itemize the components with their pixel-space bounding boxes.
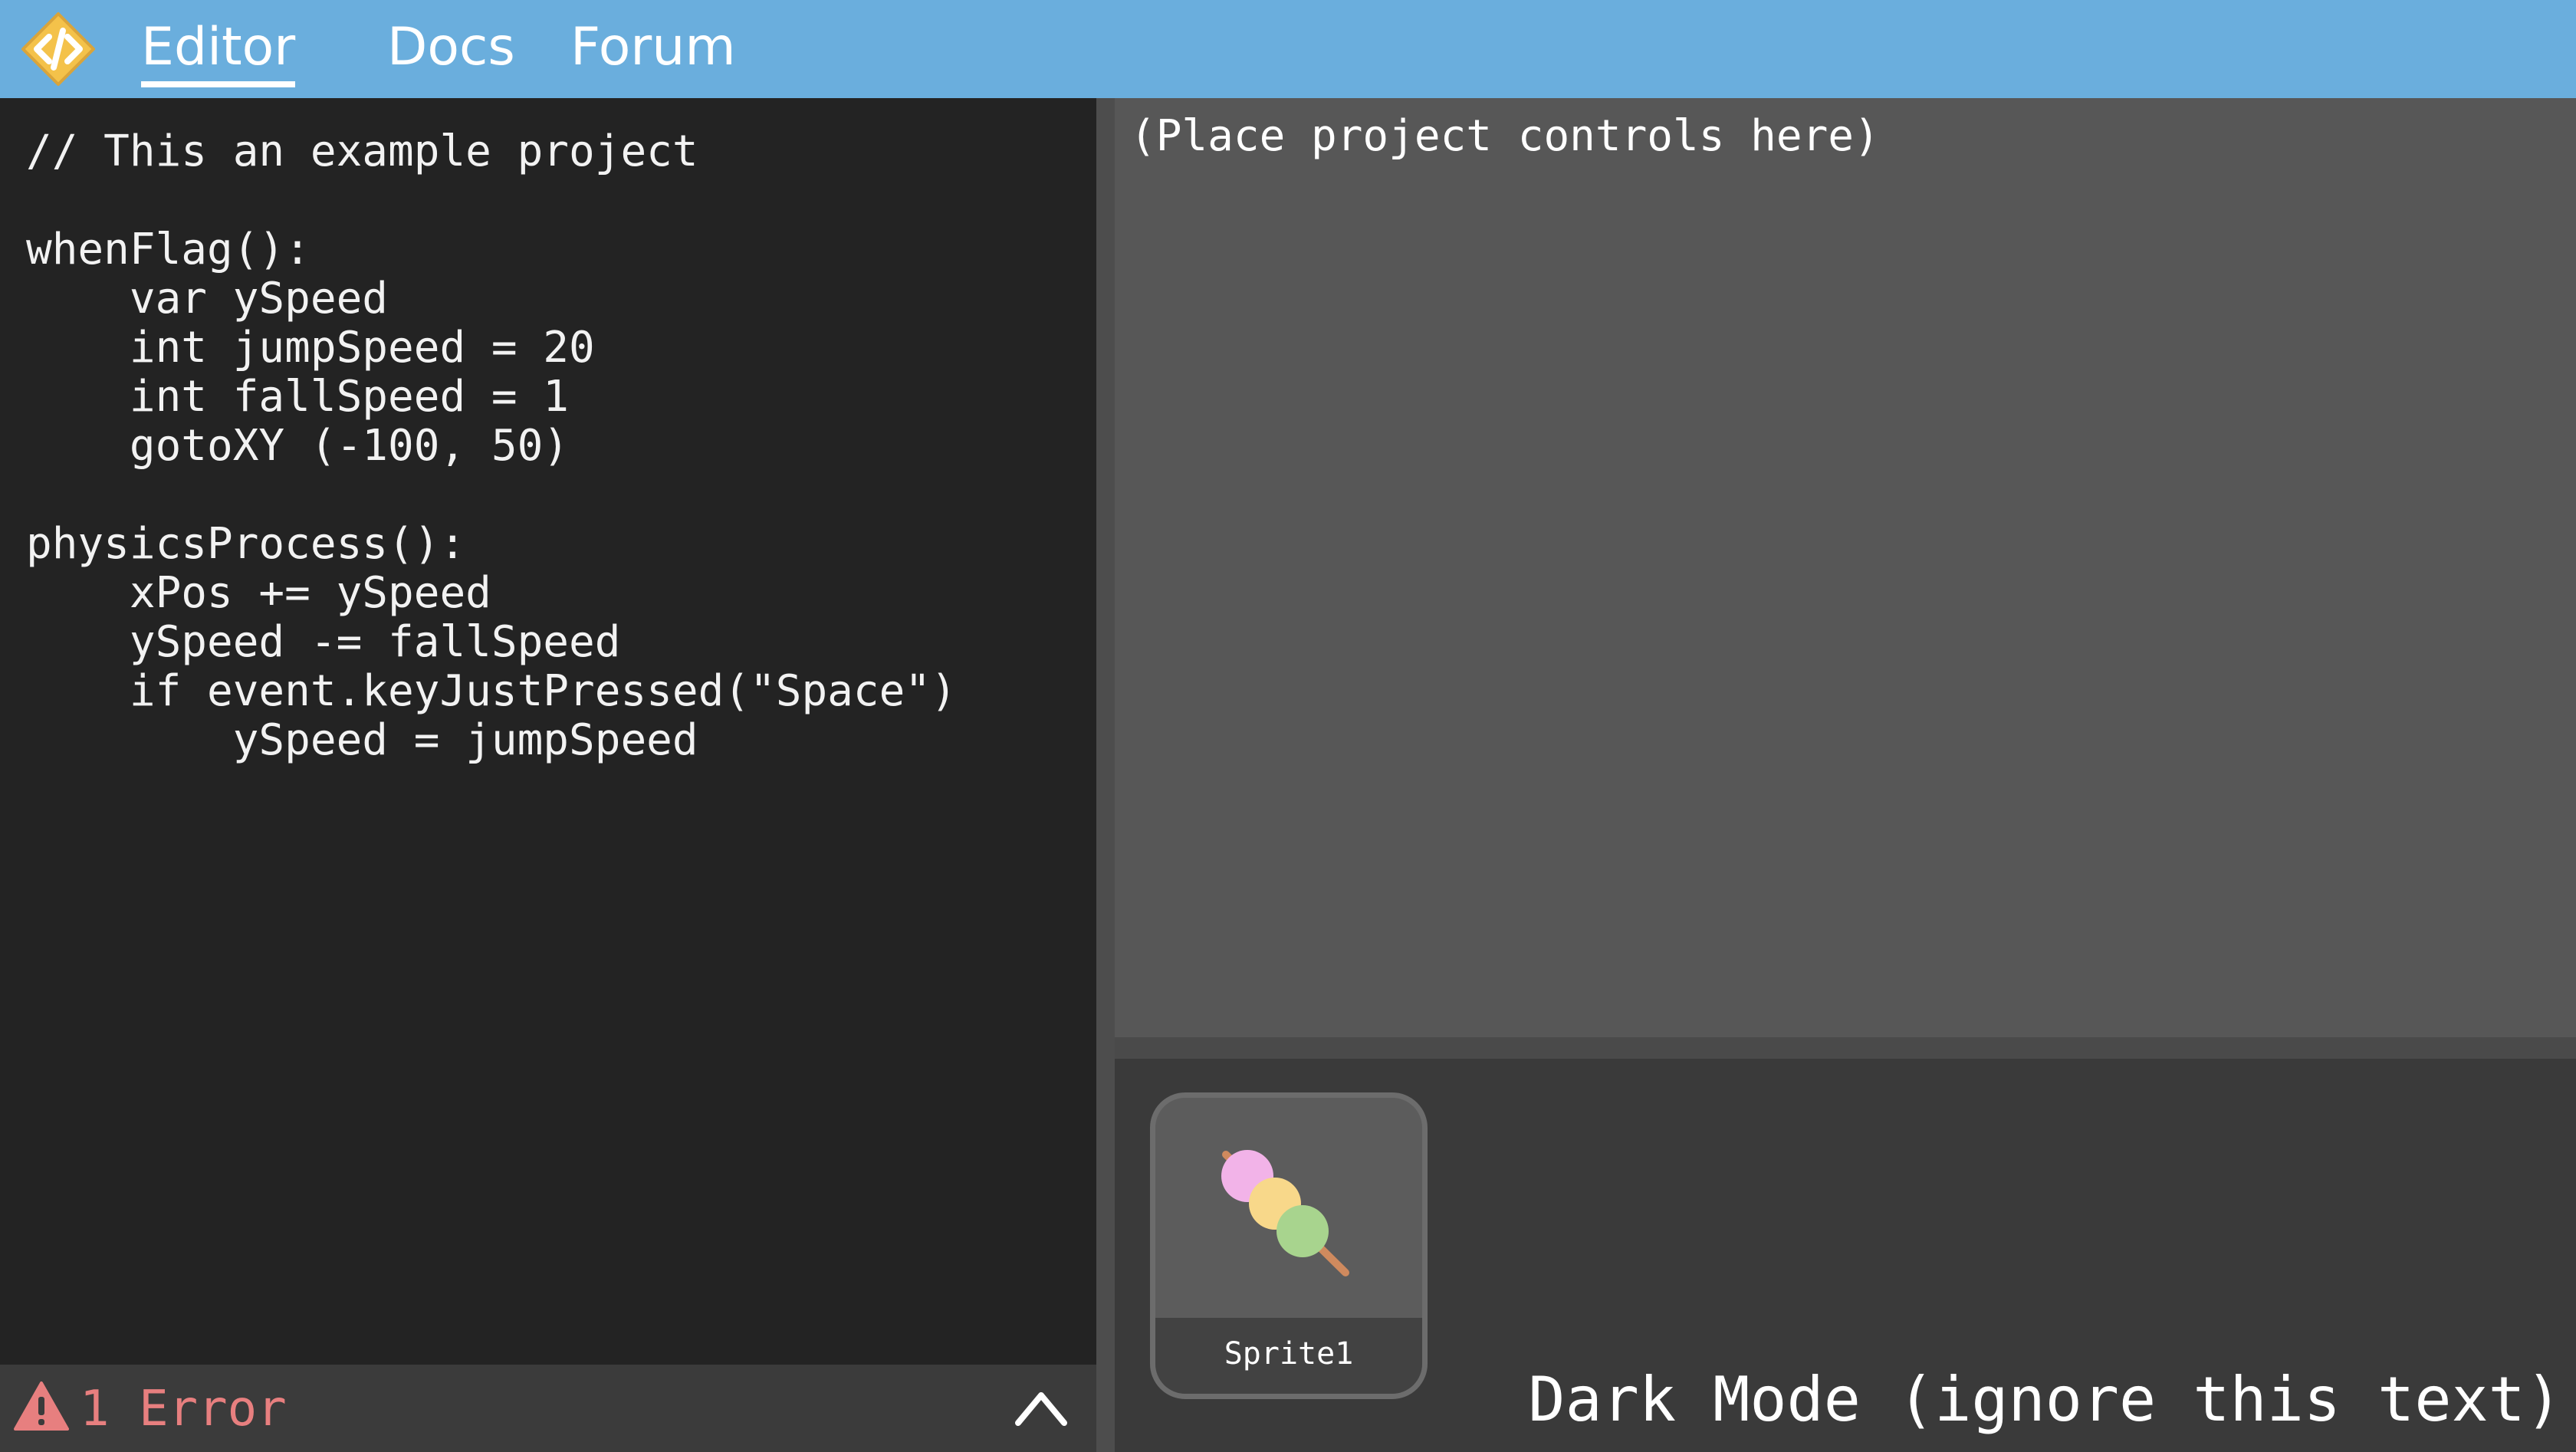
code-text[interactable]: // This an example project whenFlag(): v… [26,127,957,765]
code-editor[interactable]: // This an example project whenFlag(): v… [0,98,1096,1365]
error-bar[interactable]: 1 Error [0,1365,1096,1452]
sprite-card[interactable]: Sprite1 [1150,1092,1428,1399]
warning-icon [14,1381,69,1431]
nav-tab-forum[interactable]: Forum [570,11,736,84]
stage-divider[interactable] [1115,1037,2576,1059]
top-nav-bar: Editor Docs Forum [0,0,2576,98]
code-brackets-icon[interactable] [20,11,97,87]
pane-splitter[interactable] [1096,98,1115,1452]
nav-tab-docs[interactable]: Docs [387,11,515,84]
dango-skewer-icon [1221,1150,1349,1276]
sprite-name: Sprite1 [1224,1336,1354,1372]
stage-placeholder-text: (Place project controls here) [1130,111,1880,161]
stage-area: (Place project controls here) [1115,98,2576,1037]
error-count-label[interactable]: 1 Error [80,1381,287,1437]
chevron-up-icon[interactable] [1014,1388,1069,1427]
dark-mode-note: Dark Mode (ignore this text) [1528,1364,2562,1435]
sprite-label-bar: Sprite1 [1155,1318,1422,1394]
nav-tab-editor[interactable]: Editor [141,11,296,87]
